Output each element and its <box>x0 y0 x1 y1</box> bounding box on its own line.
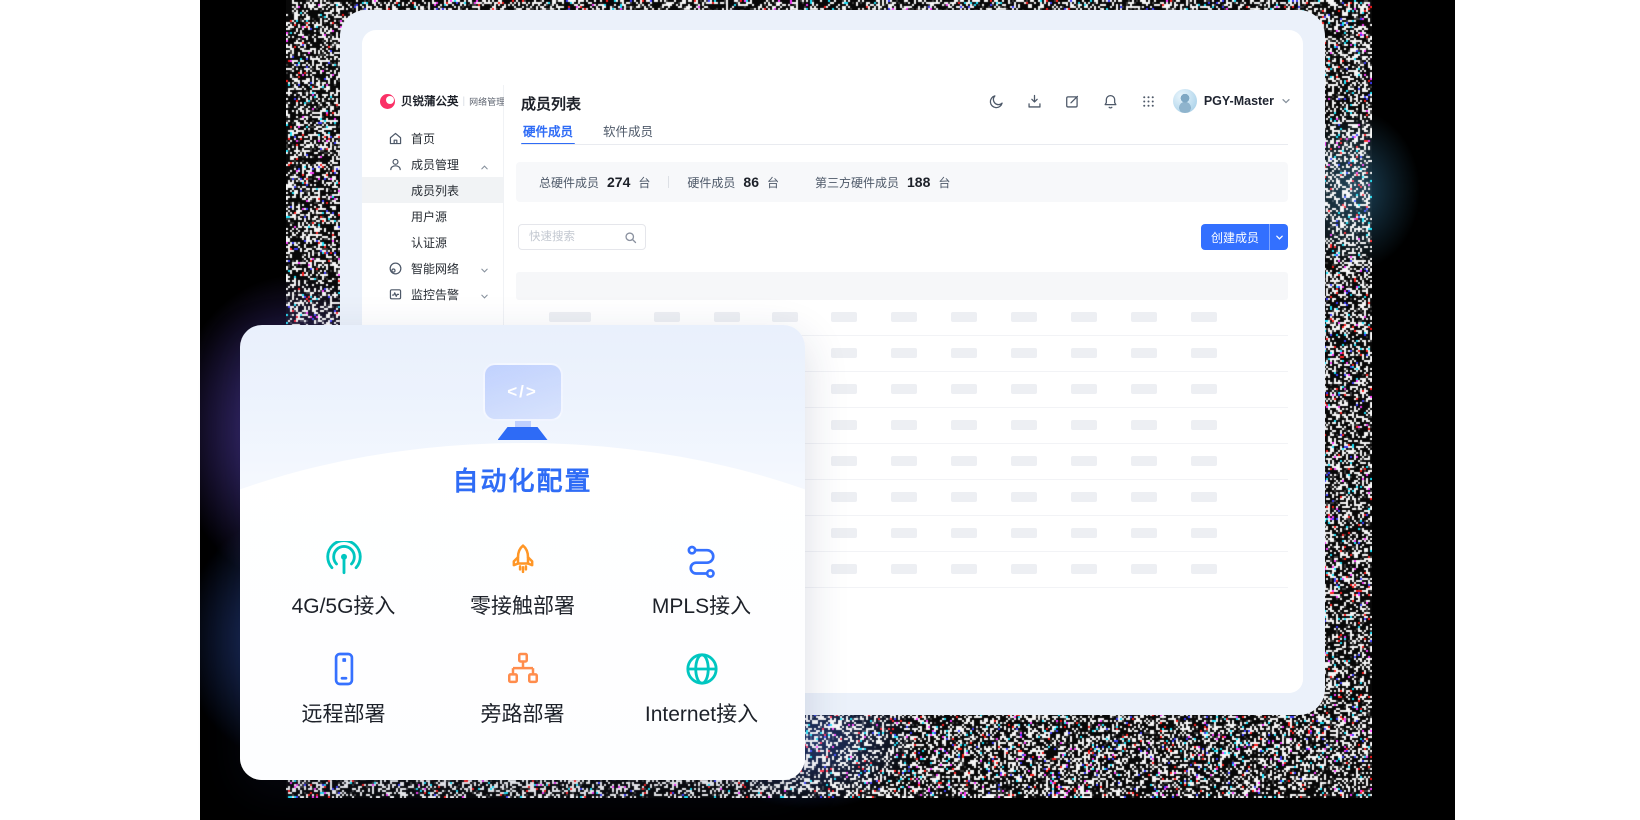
globe-icon <box>682 648 722 690</box>
code-monitor-icon: </> <box>483 363 563 421</box>
apps-icon[interactable] <box>1140 93 1157 110</box>
feature-mpls: MPLS接入 <box>612 540 791 620</box>
sidebar-item-members[interactable]: 成员管理 <box>362 151 503 177</box>
search-icon[interactable] <box>624 231 637 249</box>
right-dark-band <box>1372 0 1455 820</box>
chevron-down-icon <box>480 290 489 304</box>
phone-icon <box>324 648 364 690</box>
sidebar-item-label: 监控告警 <box>411 286 459 303</box>
sidebar-item-monitor-alert[interactable]: 监控告警 <box>362 281 503 307</box>
search-box <box>518 224 646 250</box>
chevron-up-icon <box>480 160 489 174</box>
chevron-down-icon <box>1281 96 1291 106</box>
sidebar-item-auth-source[interactable]: 认证源 <box>362 229 503 255</box>
stat-divider <box>668 176 669 188</box>
bottom-dark-band <box>200 798 1455 820</box>
tab-bar: 硬件成员 软件成员 <box>521 119 655 144</box>
stat-third-party-hardware: 第三方硬件成员 188 台 <box>815 174 950 191</box>
compose-icon[interactable] <box>1064 93 1081 110</box>
feature-remote-deploy: 远程部署 <box>254 648 433 728</box>
table-header <box>516 272 1288 300</box>
promo-card: </> 自动化配置 4G/5G接入 零接触部署 MPLS接入 <box>240 325 805 780</box>
create-member-button[interactable]: 创建成员 <box>1201 224 1288 250</box>
moon-icon[interactable] <box>988 93 1005 110</box>
brand-logo-icon <box>380 94 395 109</box>
sidebar-item-label: 首页 <box>411 130 435 147</box>
bell-icon[interactable] <box>1102 93 1119 110</box>
monitor-icon <box>388 287 403 302</box>
sidebar-nav: 首页 成员管理 成员列表 用户源 <box>362 125 503 307</box>
brand-name: 贝锐蒲公英 <box>401 93 459 109</box>
feature-bypass-deploy: 旁路部署 <box>433 648 612 728</box>
user-menu[interactable]: PGY-Master <box>1173 89 1291 113</box>
stat-hardware: 硬件成员 86 台 <box>687 174 779 191</box>
route-icon <box>682 540 722 582</box>
avatar <box>1173 89 1197 113</box>
user-name: PGY-Master <box>1204 94 1274 108</box>
tab-divider <box>521 144 1288 145</box>
promo-title: 自动化配置 <box>240 461 805 498</box>
sidebar-item-label: 智能网络 <box>411 260 459 277</box>
sitemap-icon <box>503 648 543 690</box>
sidebar-item-label: 认证源 <box>411 234 447 251</box>
feature-grid: 4G/5G接入 零接触部署 MPLS接入 远程部署 旁路部署 <box>254 540 791 728</box>
home-icon <box>388 131 403 146</box>
toolbar: 创建成员 <box>518 224 1288 250</box>
broadcast-icon <box>324 540 364 582</box>
rocket-icon <box>503 540 543 582</box>
sidebar-item-user-source[interactable]: 用户源 <box>362 203 503 229</box>
download-icon[interactable] <box>1026 93 1043 110</box>
stat-total-hardware: 总硬件成员 274 台 <box>539 174 650 191</box>
sidebar-item-home[interactable]: 首页 <box>362 125 503 151</box>
create-member-dropdown[interactable] <box>1269 224 1288 250</box>
monitor-illustration: </> <box>483 363 563 440</box>
brand-logo: 贝锐蒲公英 | 网络管理平台 <box>380 93 523 109</box>
sidebar-item-label: 成员列表 <box>411 182 459 199</box>
sidebar-item-label: 用户源 <box>411 208 447 225</box>
network-icon <box>388 261 403 276</box>
feature-internet: Internet接入 <box>612 648 791 728</box>
user-icon <box>388 157 403 172</box>
tab-software-members[interactable]: 软件成员 <box>601 119 655 144</box>
sidebar-item-label: 成员管理 <box>411 156 459 173</box>
brand-separator: | <box>463 96 466 107</box>
page-title: 成员列表 <box>521 93 581 114</box>
sidebar-item-smart-network[interactable]: 智能网络 <box>362 255 503 281</box>
sidebar-item-member-list[interactable]: 成员列表 <box>362 177 503 203</box>
stats-bar: 总硬件成员 274 台 硬件成员 86 台 第三方硬件成员 188 台 <box>516 162 1288 202</box>
chevron-down-icon <box>480 264 489 278</box>
feature-4g5g: 4G/5G接入 <box>254 540 433 620</box>
feature-zero-touch: 零接触部署 <box>433 540 612 620</box>
tab-hardware-members[interactable]: 硬件成员 <box>521 119 575 144</box>
topbar-actions: PGY-Master <box>988 88 1291 114</box>
